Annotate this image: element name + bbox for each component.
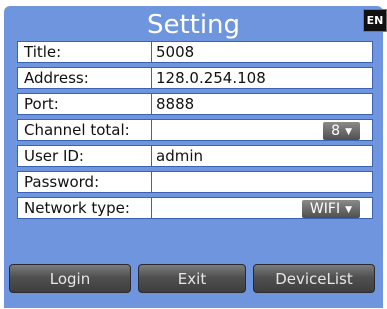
- password-label: Password:: [17, 171, 157, 193]
- chevron-down-icon: ▼: [345, 205, 352, 215]
- address-label: Address:: [17, 67, 157, 89]
- port-field[interactable]: 8888: [151, 93, 373, 115]
- channel-total-dropdown[interactable]: 8 ▼: [323, 122, 360, 140]
- network-type-label: Network type:: [17, 197, 157, 219]
- password-row: Password:: [17, 171, 373, 193]
- title-field[interactable]: 5008: [151, 41, 373, 63]
- channel-total-label: Channel total:: [17, 119, 157, 141]
- title-label: Title:: [17, 41, 157, 63]
- address-field[interactable]: 128.0.254.108: [151, 67, 373, 89]
- address-row: Address: 128.0.254.108: [17, 67, 373, 89]
- page-title: Setting: [146, 10, 241, 40]
- login-button[interactable]: Login: [9, 264, 131, 293]
- user-id-label: User ID:: [17, 145, 157, 167]
- language-badge[interactable]: EN: [363, 9, 387, 32]
- password-field[interactable]: [151, 171, 373, 193]
- channel-total-row: Channel total: 8 ▼: [17, 119, 373, 141]
- chevron-down-icon: ▼: [345, 127, 352, 137]
- title-row: Title: 5008: [17, 41, 373, 63]
- network-type-value: WIFI: [309, 201, 341, 217]
- network-type-row: Network type: WIFI ▼: [17, 197, 373, 219]
- channel-total-value: 8: [331, 123, 341, 139]
- port-label: Port:: [17, 93, 157, 115]
- channel-total-field: 8 ▼: [151, 119, 373, 141]
- user-id-field[interactable]: admin: [151, 145, 373, 167]
- device-list-button[interactable]: DeviceList: [253, 264, 375, 293]
- exit-button[interactable]: Exit: [138, 264, 246, 293]
- network-type-dropdown[interactable]: WIFI ▼: [301, 200, 360, 218]
- user-id-row: User ID: admin: [17, 145, 373, 167]
- network-type-field: WIFI ▼: [151, 197, 373, 219]
- port-row: Port: 8888: [17, 93, 373, 115]
